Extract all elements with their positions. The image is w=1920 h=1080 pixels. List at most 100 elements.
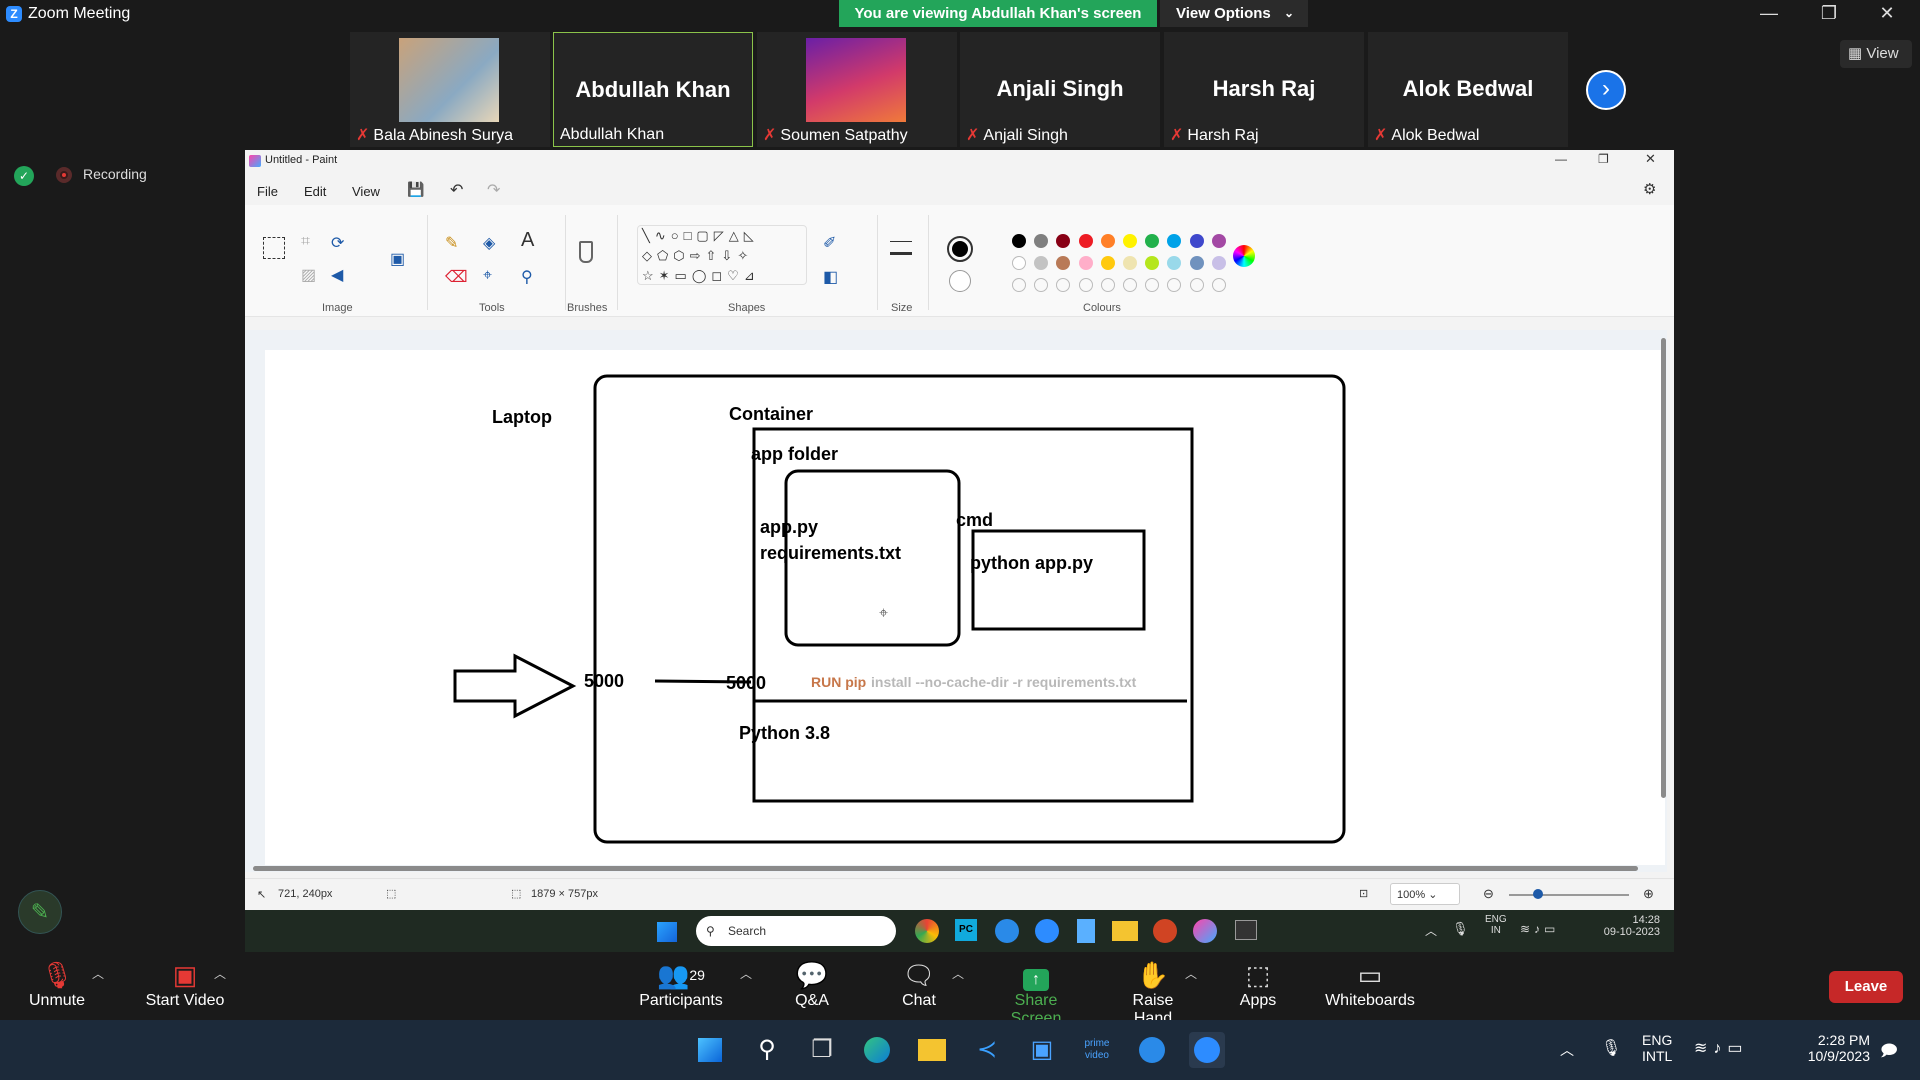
settings-gear-icon[interactable]: ⚙: [1643, 180, 1656, 198]
chevron-up-icon[interactable]: ︿: [1185, 965, 1197, 982]
file-explorer-icon[interactable]: [1112, 921, 1138, 941]
drawing-canvas[interactable]: Laptop Container app folder app.py requi…: [265, 350, 1665, 865]
colour-swatch[interactable]: [1012, 234, 1026, 248]
colour-swatch[interactable]: [1211, 278, 1226, 292]
powerpoint-icon[interactable]: [1153, 919, 1177, 943]
share-screen-button[interactable]: ↑ Share Screen: [988, 958, 1084, 1028]
colour-swatch[interactable]: [1100, 234, 1115, 248]
save-icon[interactable]: 💾: [407, 181, 424, 198]
fit-icon[interactable]: ⊡: [1359, 887, 1368, 900]
minimize-icon[interactable]: —: [1754, 3, 1784, 24]
horizontal-scrollbar[interactable]: [253, 866, 1638, 871]
redo-icon[interactable]: ↷: [487, 180, 500, 200]
zoom-in-icon[interactable]: ⊕: [1643, 886, 1654, 902]
zoom-slider-thumb[interactable]: [1533, 889, 1543, 899]
restore-icon[interactable]: ❐: [1814, 3, 1844, 24]
size-icon[interactable]: [890, 241, 912, 255]
colour-swatch[interactable]: [1189, 256, 1204, 270]
view-options-button[interactable]: View Options ⌄: [1160, 0, 1308, 27]
participant-tile[interactable]: Alok Bedwal ✗ Alok Bedwal: [1368, 32, 1568, 147]
leave-button[interactable]: Leave: [1829, 971, 1903, 1003]
rotate-icon[interactable]: ⟳: [331, 233, 344, 253]
microphone-icon[interactable]: 🎙: [1601, 1038, 1621, 1058]
recording-label[interactable]: Recording: [83, 166, 147, 182]
colour-swatch[interactable]: [1012, 278, 1026, 292]
text-tool-icon[interactable]: A: [521, 229, 534, 252]
raise-hand-button[interactable]: ✋ Raise Hand: [1112, 958, 1194, 1028]
colour-swatch[interactable]: [1034, 256, 1049, 270]
participant-tile[interactable]: ✗ Bala Abinesh Surya: [350, 32, 550, 147]
participant-tile[interactable]: ✗ Soumen Satpathy: [757, 32, 957, 147]
close-icon[interactable]: ✕: [1645, 151, 1656, 167]
pencil-icon[interactable]: ✎: [445, 233, 458, 253]
task-view-icon[interactable]: ❐: [804, 1032, 840, 1068]
chat-button[interactable]: 🗨 Chat: [896, 958, 942, 1010]
flip-icon[interactable]: ◀: [331, 265, 343, 285]
windows-start-icon[interactable]: [657, 922, 677, 942]
chevron-up-icon[interactable]: ︿: [740, 965, 752, 982]
chevron-up-icon[interactable]: ︿: [92, 965, 104, 982]
fill-bucket-icon[interactable]: ◈: [483, 233, 495, 253]
crop-icon[interactable]: ⌗: [301, 233, 310, 251]
colour-swatch[interactable]: [1078, 234, 1093, 248]
notepad-icon[interactable]: [1077, 919, 1095, 943]
menu-edit[interactable]: Edit: [304, 184, 326, 199]
secondary-color[interactable]: [949, 270, 971, 292]
media-app-icon[interactable]: ▣: [1024, 1032, 1060, 1068]
taskbar-search[interactable]: ⚲ Search: [696, 916, 896, 946]
colour-swatch[interactable]: [1078, 278, 1093, 292]
chevron-up-icon[interactable]: ︿: [214, 965, 226, 982]
paint-taskbar-icon[interactable]: [1193, 919, 1217, 943]
vscode-icon[interactable]: ≺: [969, 1032, 1005, 1068]
language-indicator[interactable]: ENG INTL: [1642, 1032, 1672, 1064]
resize-icon[interactable]: ▨: [301, 265, 316, 285]
colour-swatch[interactable]: [1123, 256, 1137, 270]
participant-tile[interactable]: Anjali Singh ✗ Anjali Singh: [960, 32, 1160, 147]
colour-swatch[interactable]: [1167, 256, 1182, 270]
qa-button[interactable]: 💬 Q&A: [786, 958, 838, 1010]
colour-swatch[interactable]: [1167, 278, 1182, 292]
view-button[interactable]: ▦ View: [1840, 40, 1912, 68]
participants-button[interactable]: 👥29 Participants: [638, 958, 724, 1010]
colour-swatch[interactable]: [1100, 256, 1115, 270]
menu-file[interactable]: File: [257, 184, 278, 199]
pycharm-icon[interactable]: PC: [955, 919, 977, 941]
colour-swatch[interactable]: [1145, 234, 1160, 248]
colour-swatch[interactable]: [1123, 234, 1137, 248]
colour-swatch[interactable]: [1145, 256, 1160, 270]
docker-icon[interactable]: [995, 919, 1019, 943]
colour-swatch[interactable]: [1189, 278, 1204, 292]
participant-tile-active[interactable]: Abdullah Khan Abdullah Khan: [553, 32, 753, 147]
colour-swatch[interactable]: [1034, 278, 1049, 292]
select-icon[interactable]: [263, 237, 285, 259]
undo-icon[interactable]: ↶: [450, 180, 463, 200]
system-tray-icons[interactable]: ≋♪▭: [1520, 922, 1559, 936]
apps-button[interactable]: ⬚ Apps: [1237, 958, 1279, 1010]
zoom-level-select[interactable]: 100% ⌄: [1390, 883, 1460, 905]
chevron-up-icon[interactable]: ︿: [1425, 922, 1437, 939]
unmute-button[interactable]: 🎙 Unmute: [24, 958, 90, 1010]
search-icon[interactable]: ⚲: [749, 1032, 785, 1068]
colour-swatch[interactable]: [1078, 256, 1093, 270]
close-icon[interactable]: ✕: [1872, 3, 1902, 24]
maximize-icon[interactable]: ❐: [1598, 152, 1609, 166]
colour-swatch[interactable]: [1189, 234, 1204, 248]
zoom-app-icon[interactable]: [1189, 1032, 1225, 1068]
shapes-gallery[interactable]: ╲∿○□▢◸△◺ ◇⬠⬡⇨⇧⇩✧ ☆✶▭◯◻♡⊿: [637, 225, 807, 285]
outline-icon[interactable]: ✐: [823, 233, 836, 253]
eraser-icon[interactable]: ⌫: [445, 267, 468, 287]
colour-swatch[interactable]: [1167, 234, 1182, 248]
minimize-icon[interactable]: —: [1555, 152, 1567, 166]
vertical-scrollbar[interactable]: [1661, 338, 1666, 798]
language-indicator[interactable]: ENG IN: [1485, 914, 1507, 936]
colour-swatch[interactable]: [1056, 278, 1071, 292]
microphone-icon[interactable]: 🎙: [1452, 921, 1469, 937]
file-explorer-icon[interactable]: [914, 1032, 950, 1068]
colour-swatch[interactable]: [1056, 234, 1071, 248]
colour-swatch[interactable]: [1211, 234, 1226, 248]
annotate-pencil-icon[interactable]: ✎: [18, 890, 62, 934]
clock[interactable]: 14:28 09-10-2023: [1598, 914, 1660, 938]
next-page-button[interactable]: ›: [1586, 70, 1626, 110]
chevron-up-icon[interactable]: ︿: [952, 965, 964, 982]
primary-color[interactable]: [947, 236, 973, 262]
